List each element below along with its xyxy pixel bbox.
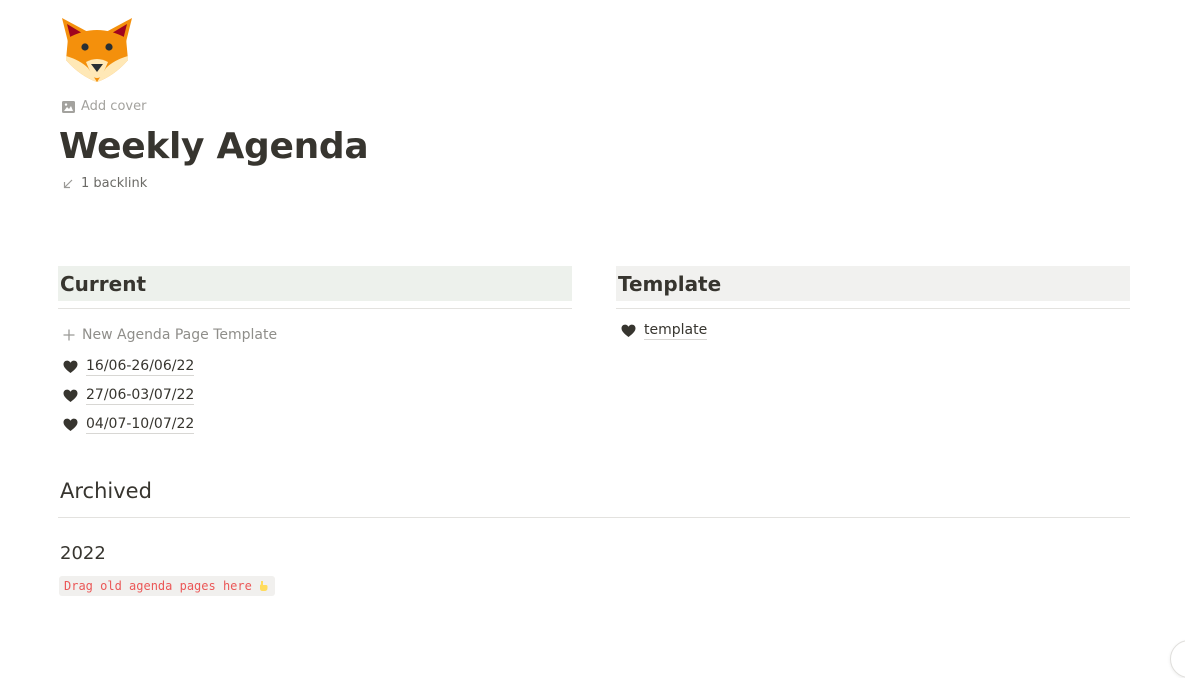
page-link-label: 04/07-10/07/22 (86, 416, 195, 434)
image-icon (62, 100, 75, 113)
black-heart-icon (621, 324, 636, 337)
new-template-label: New Agenda Page Template (82, 327, 278, 343)
template-heading[interactable]: Template (616, 266, 1130, 301)
notion-page: Add cover Weekly Agenda 1 backlink Curre… (0, 0, 1185, 678)
black-heart-icon (63, 360, 78, 373)
page-link-template[interactable]: template (621, 322, 708, 340)
add-cover-label: Add cover (81, 99, 147, 114)
add-cover-button[interactable]: Add cover (62, 99, 146, 114)
current-heading[interactable]: Current (58, 266, 572, 301)
page-link-04-07[interactable]: 04/07-10/07/22 (63, 416, 195, 434)
backlinks-button[interactable]: 1 backlink (62, 176, 147, 191)
new-agenda-page-template-button[interactable]: New Agenda Page Template (62, 327, 277, 343)
plus-icon (63, 329, 75, 341)
fox-face-icon[interactable] (58, 16, 136, 86)
archived-divider (58, 517, 1130, 518)
page-link-16-06[interactable]: 16/06-26/06/22 (63, 358, 195, 376)
arrow-down-left-icon (63, 179, 73, 188)
page-link-label: template (644, 322, 708, 340)
page-link-label: 16/06-26/06/22 (86, 358, 195, 376)
pointing-down-hand-icon (259, 581, 268, 591)
page-title[interactable]: Weekly Agenda (59, 122, 369, 172)
page-link-27-06[interactable]: 27/06-03/07/22 (63, 387, 195, 405)
black-heart-icon (63, 418, 78, 431)
black-heart-icon (63, 389, 78, 402)
archived-heading[interactable]: Archived (60, 479, 152, 503)
current-divider (58, 308, 572, 309)
backlinks-label: 1 backlink (81, 176, 148, 191)
help-button[interactable] (1170, 640, 1185, 678)
year-heading[interactable]: 2022 (60, 543, 106, 564)
page-link-label: 27/06-03/07/22 (86, 387, 195, 405)
template-divider (616, 308, 1130, 309)
drag-note-text: Drag old agenda pages here (64, 579, 252, 593)
drag-note-code[interactable]: Drag old agenda pages here (59, 576, 275, 596)
